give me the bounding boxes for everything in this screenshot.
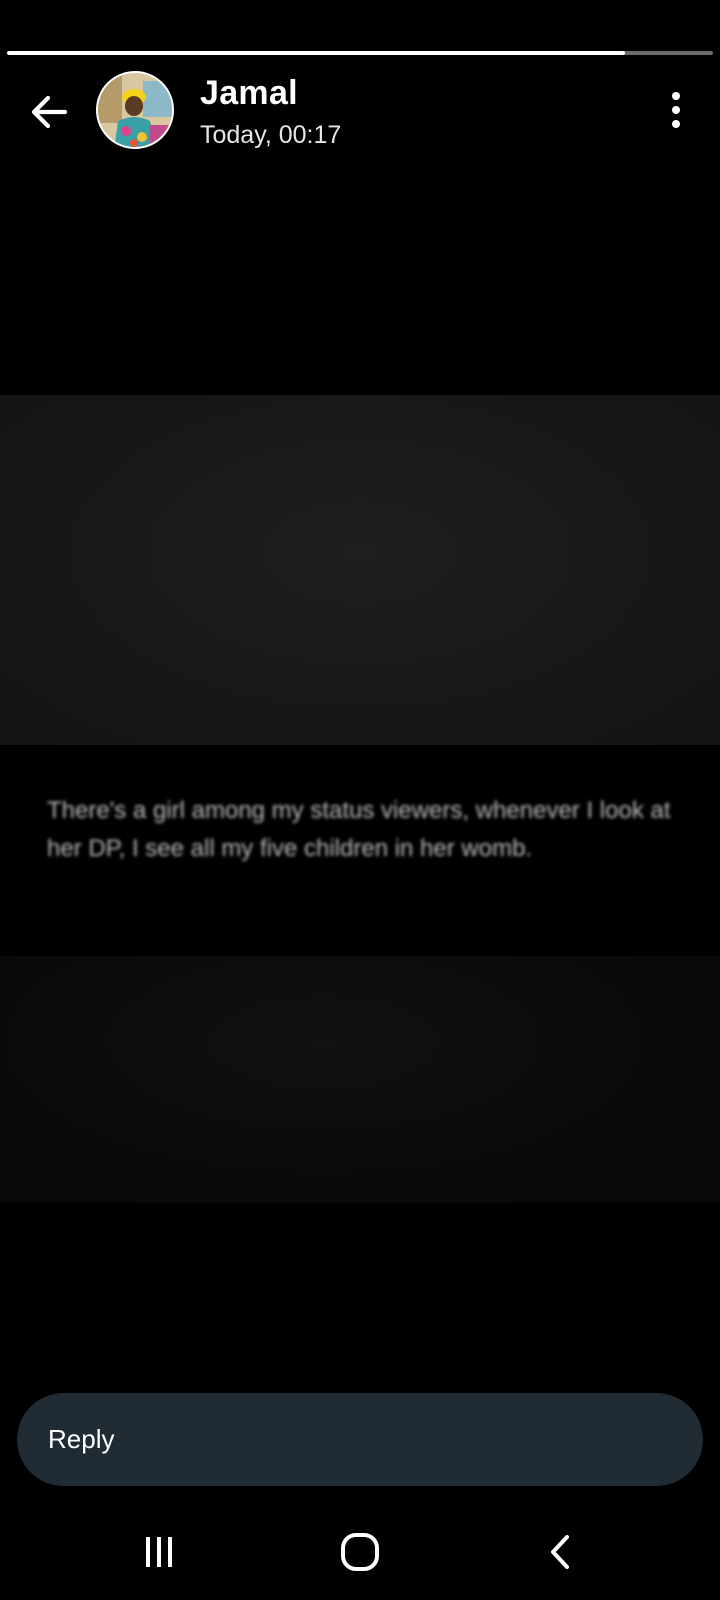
back-button[interactable] xyxy=(22,86,74,138)
status-post-text: There's a girl among my status viewers, … xyxy=(47,797,671,862)
more-vertical-icon xyxy=(672,120,680,128)
contact-name[interactable]: Jamal xyxy=(200,74,298,113)
more-vertical-icon xyxy=(672,92,680,100)
status-progress-bar xyxy=(7,51,713,55)
status-timestamp: Today, 00:17 xyxy=(200,121,342,149)
more-options-button[interactable] xyxy=(654,88,698,132)
chevron-left-icon xyxy=(551,1535,569,1569)
arrow-left-icon xyxy=(31,95,68,129)
recents-button[interactable] xyxy=(127,1528,191,1576)
recents-icon xyxy=(146,1537,172,1567)
status-image-top xyxy=(0,395,720,745)
reply-input[interactable]: Reply xyxy=(17,1393,703,1486)
home-icon xyxy=(341,1533,379,1571)
reply-label: Reply xyxy=(48,1424,115,1454)
avatar[interactable] xyxy=(96,71,174,149)
more-vertical-icon xyxy=(672,106,680,114)
system-back-button[interactable] xyxy=(529,1528,593,1576)
avatar-photo xyxy=(98,73,172,147)
home-button[interactable] xyxy=(328,1528,392,1576)
status-progress-fill xyxy=(7,51,625,55)
system-navigation-bar xyxy=(0,1500,720,1600)
status-image-bottom xyxy=(0,956,720,1203)
